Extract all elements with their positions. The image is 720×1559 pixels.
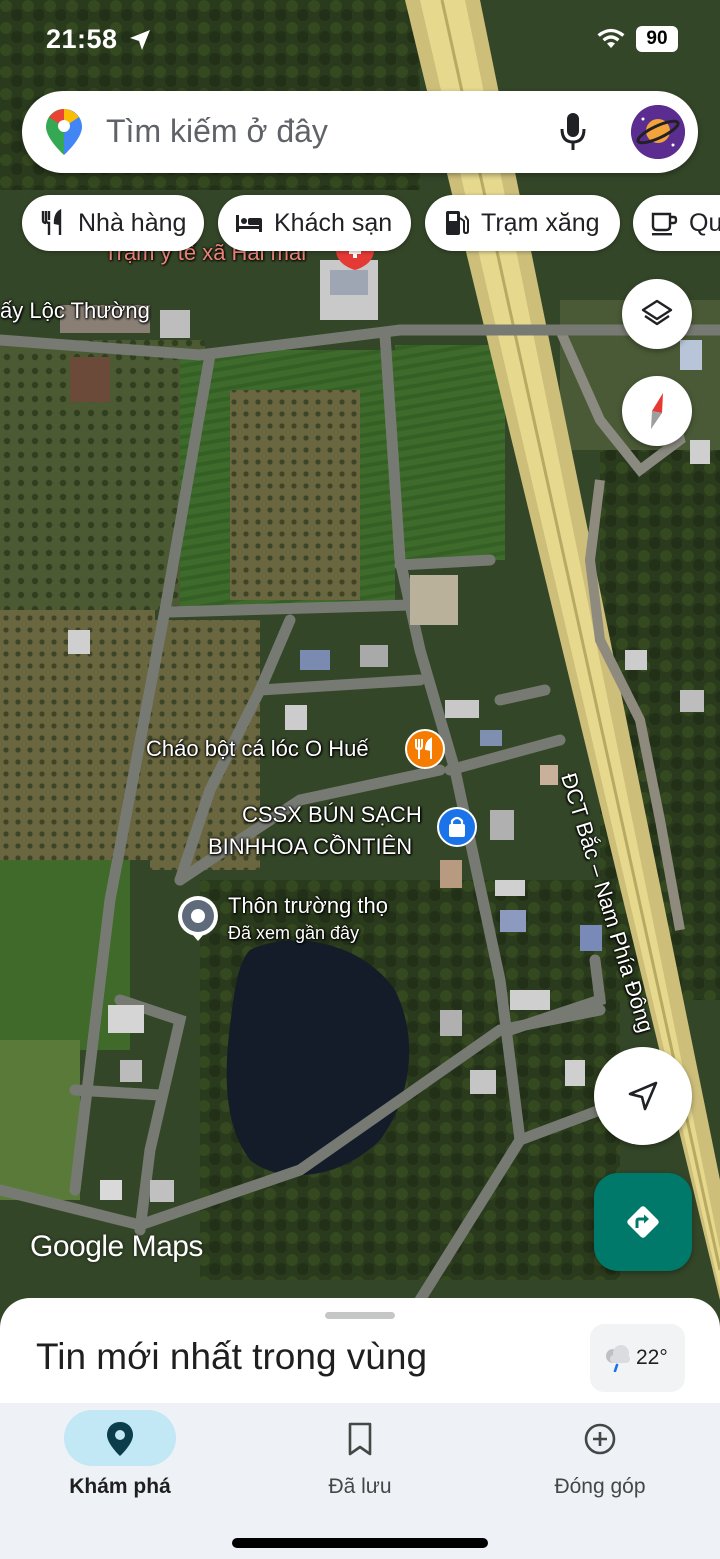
layers-icon xyxy=(641,299,673,326)
nav-label: Khám phá xyxy=(69,1475,171,1498)
status-bar: 21:58 90 xyxy=(0,0,720,80)
battery-indicator: 90 xyxy=(636,26,678,52)
chip-hotels[interactable]: Khách sạn xyxy=(218,195,411,251)
sheet-drag-handle[interactable] xyxy=(325,1312,395,1319)
compass-icon xyxy=(651,393,663,429)
cloud-rain-icon xyxy=(606,1345,630,1372)
directions-button[interactable] xyxy=(594,1173,692,1271)
map-label-shop-line2[interactable]: BINHHOA CỒNTIÊN xyxy=(208,834,412,860)
chip-label: Qu xyxy=(689,208,720,237)
wifi-icon xyxy=(597,28,625,48)
bottom-navigation: Khám phá Đã lưu Đóng góp xyxy=(0,1403,720,1559)
chip-restaurants[interactable]: Nhà hàng xyxy=(22,195,204,251)
search-input[interactable]: Tìm kiếm ở đây xyxy=(106,113,328,150)
sheet-title: Tin mới nhất trong vùng xyxy=(36,1336,428,1377)
search-bar[interactable]: Tìm kiếm ở đây xyxy=(22,91,698,173)
nav-contribute[interactable]: Đóng góp xyxy=(480,1403,720,1523)
my-location-button[interactable] xyxy=(594,1047,692,1145)
restaurant-icon xyxy=(41,208,62,235)
chip-cafes[interactable]: Qu xyxy=(633,195,720,251)
map-label-shop-line1[interactable]: CSSX BÚN SẠCH xyxy=(242,802,422,828)
nav-label: Đã lưu xyxy=(328,1475,392,1498)
map-label-place-name[interactable]: Thôn trường thọ xyxy=(228,893,388,919)
nav-label: Đóng góp xyxy=(554,1475,646,1498)
shopping-pin-icon[interactable] xyxy=(436,806,478,848)
navigation-arrow-icon xyxy=(628,1081,658,1111)
status-time: 21:58 xyxy=(46,24,118,54)
map-label-place-subtitle: Đã xem gần đây xyxy=(228,923,360,943)
explore-pin-icon xyxy=(107,1422,133,1456)
microphone-icon[interactable] xyxy=(558,111,588,153)
add-circle-icon xyxy=(584,1423,616,1455)
bottom-sheet[interactable]: Tin mới nhất trong vùng 22° xyxy=(0,1298,720,1408)
weather-badge[interactable]: 22° xyxy=(590,1324,685,1392)
chip-label: Trạm xăng xyxy=(481,208,600,237)
home-indicator[interactable] xyxy=(232,1538,488,1548)
gas-station-icon xyxy=(446,211,469,235)
weather-temperature: 22° xyxy=(636,1346,668,1369)
avatar[interactable] xyxy=(631,105,685,159)
chip-gas-stations[interactable]: Trạm xăng xyxy=(425,195,620,251)
hotel-icon xyxy=(236,215,262,232)
chip-label: Nhà hàng xyxy=(78,208,187,237)
location-arrow-icon xyxy=(130,30,150,50)
restaurant-pin-icon[interactable] xyxy=(404,728,446,770)
nav-explore[interactable]: Khám phá xyxy=(0,1403,240,1523)
map-label-restaurant[interactable]: Cháo bột cá lóc O Huế xyxy=(146,736,369,762)
layers-button[interactable] xyxy=(622,279,692,349)
compass-button[interactable] xyxy=(622,376,692,446)
category-chips: Nhà hàng Khách sạn Trạm xăng Qu xyxy=(22,195,720,251)
directions-icon xyxy=(627,1206,659,1238)
map-label-village[interactable]: ấy Lộc Thường xyxy=(0,298,150,324)
nav-saved[interactable]: Đã lưu xyxy=(240,1403,480,1523)
recent-place-pin-icon[interactable] xyxy=(176,894,220,942)
planet-avatar-icon xyxy=(631,105,685,159)
bookmark-icon xyxy=(348,1422,372,1456)
google-maps-pin-icon xyxy=(46,109,82,155)
chip-label: Khách sạn xyxy=(274,208,393,237)
coffee-icon xyxy=(651,212,678,236)
google-maps-watermark: Google Maps xyxy=(30,1230,203,1263)
